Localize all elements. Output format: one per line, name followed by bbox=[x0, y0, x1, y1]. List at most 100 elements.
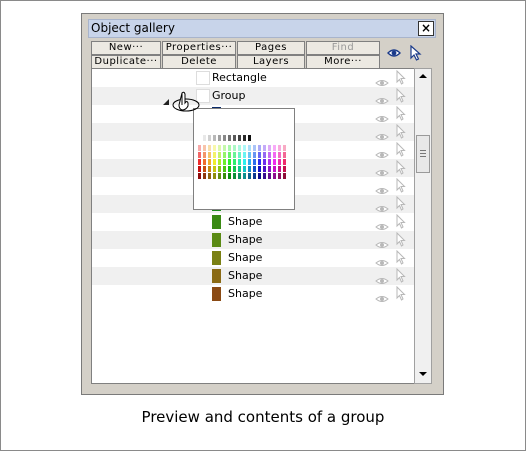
palette-cell bbox=[223, 135, 226, 141]
list-item[interactable]: Shape bbox=[92, 231, 415, 249]
palette-cell bbox=[218, 152, 221, 158]
window-title: Object gallery bbox=[91, 21, 175, 35]
palette-cell bbox=[273, 166, 276, 172]
list-item[interactable]: Shape bbox=[92, 267, 415, 285]
palette-cell bbox=[258, 166, 261, 172]
palette-cell bbox=[233, 166, 236, 172]
selectable-pointer-icon[interactable] bbox=[396, 249, 406, 265]
palette-cell bbox=[223, 159, 226, 165]
visibility-eye-icon[interactable] bbox=[375, 289, 389, 302]
visibility-eye-icon[interactable] bbox=[375, 181, 389, 194]
palette-cell bbox=[273, 145, 276, 151]
item-color-swatch bbox=[212, 251, 221, 265]
selectable-pointer-icon[interactable] bbox=[396, 285, 406, 301]
selectable-pointer-icon[interactable] bbox=[396, 267, 406, 283]
selectable-pointer-icon[interactable] bbox=[396, 195, 406, 211]
palette-cell bbox=[278, 152, 281, 158]
visibility-eye-icon[interactable] bbox=[375, 235, 389, 248]
visibility-eye-icon[interactable] bbox=[375, 73, 389, 86]
palette-cell bbox=[278, 173, 281, 179]
pages-button[interactable]: Pages bbox=[237, 41, 305, 55]
item-label: Rectangle bbox=[212, 71, 267, 84]
scroll-down-arrow-icon[interactable] bbox=[418, 371, 428, 377]
palette-cell bbox=[233, 145, 236, 151]
palette-cell bbox=[253, 166, 256, 172]
palette-cell bbox=[213, 173, 216, 179]
more-button[interactable]: More··· bbox=[306, 55, 380, 69]
visibility-eye-icon[interactable] bbox=[375, 127, 389, 140]
palette-cell bbox=[213, 152, 216, 158]
selectable-pointer-icon[interactable] bbox=[396, 141, 406, 157]
selectable-pointer-icon[interactable] bbox=[396, 123, 406, 139]
visibility-eye-icon[interactable] bbox=[375, 271, 389, 284]
eye-icon[interactable] bbox=[387, 47, 401, 59]
selectable-pointer-icon[interactable] bbox=[396, 87, 406, 103]
selectable-pointer-icon[interactable] bbox=[396, 231, 406, 247]
find-button[interactable]: Find bbox=[306, 41, 380, 55]
visibility-eye-icon[interactable] bbox=[375, 253, 389, 266]
item-label: Shape bbox=[228, 251, 263, 264]
properties-button[interactable]: Properties··· bbox=[162, 41, 236, 55]
palette-cell bbox=[218, 145, 221, 151]
palette-cell bbox=[218, 159, 221, 165]
visibility-eye-icon[interactable] bbox=[375, 199, 389, 212]
palette-cell bbox=[273, 159, 276, 165]
selectable-pointer-icon[interactable] bbox=[396, 105, 406, 121]
palette-cell bbox=[223, 145, 226, 151]
palette-cell bbox=[283, 145, 286, 151]
palette-cell bbox=[248, 159, 251, 165]
scroll-up-arrow-icon[interactable] bbox=[418, 73, 428, 79]
list-item[interactable]: Shape bbox=[92, 213, 415, 231]
palette-cell bbox=[253, 145, 256, 151]
palette-cell bbox=[258, 159, 261, 165]
pointer-icon[interactable] bbox=[410, 45, 422, 61]
palette-cell bbox=[268, 145, 271, 151]
palette-cell bbox=[223, 173, 226, 179]
palette-cell bbox=[263, 166, 266, 172]
palette-cell bbox=[203, 135, 206, 141]
item-label: Shape bbox=[228, 287, 263, 300]
palette-cell bbox=[218, 166, 221, 172]
selectable-pointer-icon[interactable] bbox=[396, 177, 406, 193]
palette-cell bbox=[208, 166, 211, 172]
palette-cell bbox=[203, 152, 206, 158]
palette-cell bbox=[203, 145, 206, 151]
duplicate-button[interactable]: Duplicate··· bbox=[91, 55, 161, 69]
visibility-eye-icon[interactable] bbox=[375, 145, 389, 158]
palette-cell bbox=[268, 159, 271, 165]
list-item[interactable]: Shape bbox=[92, 249, 415, 267]
visibility-eye-icon[interactable] bbox=[375, 163, 389, 176]
hand-cursor-icon bbox=[172, 91, 200, 112]
palette-cell bbox=[233, 152, 236, 158]
palette-cell bbox=[248, 166, 251, 172]
palette-cell bbox=[258, 173, 261, 179]
visibility-eye-icon[interactable] bbox=[375, 109, 389, 122]
list-item[interactable]: Group bbox=[92, 87, 415, 105]
close-button[interactable]: × bbox=[418, 21, 434, 36]
palette-cell bbox=[228, 159, 231, 165]
visibility-eye-icon[interactable] bbox=[375, 91, 389, 104]
selectable-pointer-icon[interactable] bbox=[396, 69, 406, 85]
item-label: Group bbox=[212, 89, 246, 102]
layers-button[interactable]: Layers bbox=[237, 55, 305, 69]
selectable-pointer-icon[interactable] bbox=[396, 213, 406, 229]
palette-cell bbox=[238, 152, 241, 158]
palette-cell bbox=[258, 152, 261, 158]
palette-cell bbox=[223, 166, 226, 172]
palette-cell bbox=[238, 166, 241, 172]
visibility-eye-icon[interactable] bbox=[375, 217, 389, 230]
vertical-scrollbar[interactable] bbox=[414, 68, 432, 384]
delete-button[interactable]: Delete bbox=[162, 55, 236, 69]
palette-cell bbox=[213, 159, 216, 165]
scrollbar-thumb[interactable] bbox=[416, 135, 430, 173]
new-button[interactable]: New··· bbox=[91, 41, 161, 55]
list-item[interactable]: Rectangle bbox=[92, 69, 415, 87]
list-item[interactable]: Shape bbox=[92, 285, 415, 303]
palette-cell bbox=[243, 173, 246, 179]
group-preview-popup bbox=[193, 108, 295, 210]
palette-cell bbox=[198, 159, 201, 165]
palette-cell bbox=[273, 152, 276, 158]
selectable-pointer-icon[interactable] bbox=[396, 159, 406, 175]
palette-cell bbox=[233, 135, 236, 141]
palette-cell bbox=[228, 145, 231, 151]
